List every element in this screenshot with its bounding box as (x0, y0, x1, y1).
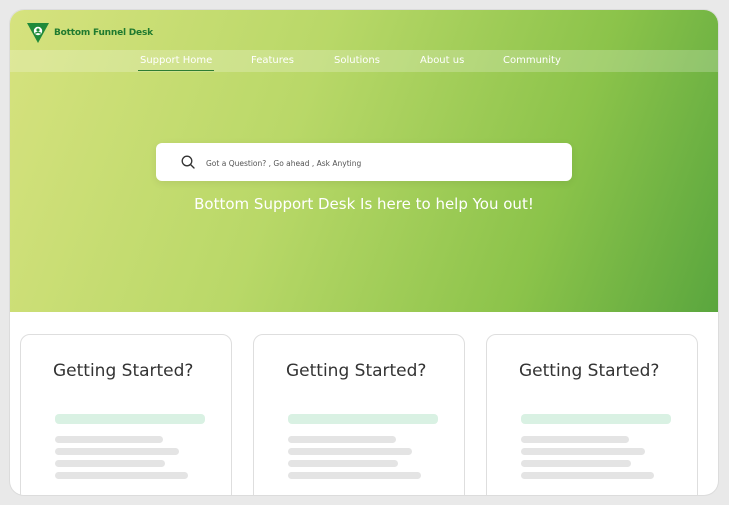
card-title: Getting Started? (519, 361, 660, 381)
search-box[interactable] (156, 143, 572, 181)
nav-features[interactable]: Features (251, 55, 294, 66)
nav-about-us[interactable]: About us (420, 55, 464, 66)
skeleton-line (55, 472, 188, 479)
skeleton-line-accent (55, 414, 205, 424)
getting-started-card-2[interactable]: Getting Started? (253, 334, 465, 495)
funnel-logo-icon (27, 23, 49, 43)
main-nav: Support Home Features Solutions About us… (10, 50, 718, 72)
skeleton-line (521, 472, 654, 479)
brand-logo[interactable]: Bottom Funnel Desk (26, 20, 153, 46)
skeleton-line-accent (288, 414, 438, 424)
search-icon[interactable] (180, 154, 196, 170)
skeleton-line (55, 460, 165, 467)
nav-support-home[interactable]: Support Home (137, 55, 215, 71)
hero-tagline: Bottom Support Desk Is here to help You … (194, 195, 534, 213)
skeleton-line (288, 460, 398, 467)
browser-frame: Bottom Funnel Desk Support Home Features… (10, 10, 718, 495)
nav-solutions[interactable]: Solutions (334, 55, 380, 66)
getting-started-card-3[interactable]: Getting Started? (486, 334, 698, 495)
skeleton-line (55, 448, 179, 455)
skeleton-line (288, 436, 396, 443)
getting-started-card-1[interactable]: Getting Started? (20, 334, 232, 495)
search-input[interactable] (204, 153, 548, 173)
skeleton-line (288, 472, 421, 479)
nav-community[interactable]: Community (503, 55, 561, 66)
skeleton-line (521, 460, 631, 467)
skeleton-line (55, 436, 163, 443)
hero-banner: Bottom Funnel Desk Support Home Features… (10, 10, 718, 312)
skeleton-line (521, 448, 645, 455)
card-title: Getting Started? (53, 361, 194, 381)
skeleton-line (288, 448, 412, 455)
card-title: Getting Started? (286, 361, 427, 381)
skeleton-line (521, 436, 629, 443)
brand-name: Bottom Funnel Desk (54, 28, 153, 38)
skeleton-line-accent (521, 414, 671, 424)
